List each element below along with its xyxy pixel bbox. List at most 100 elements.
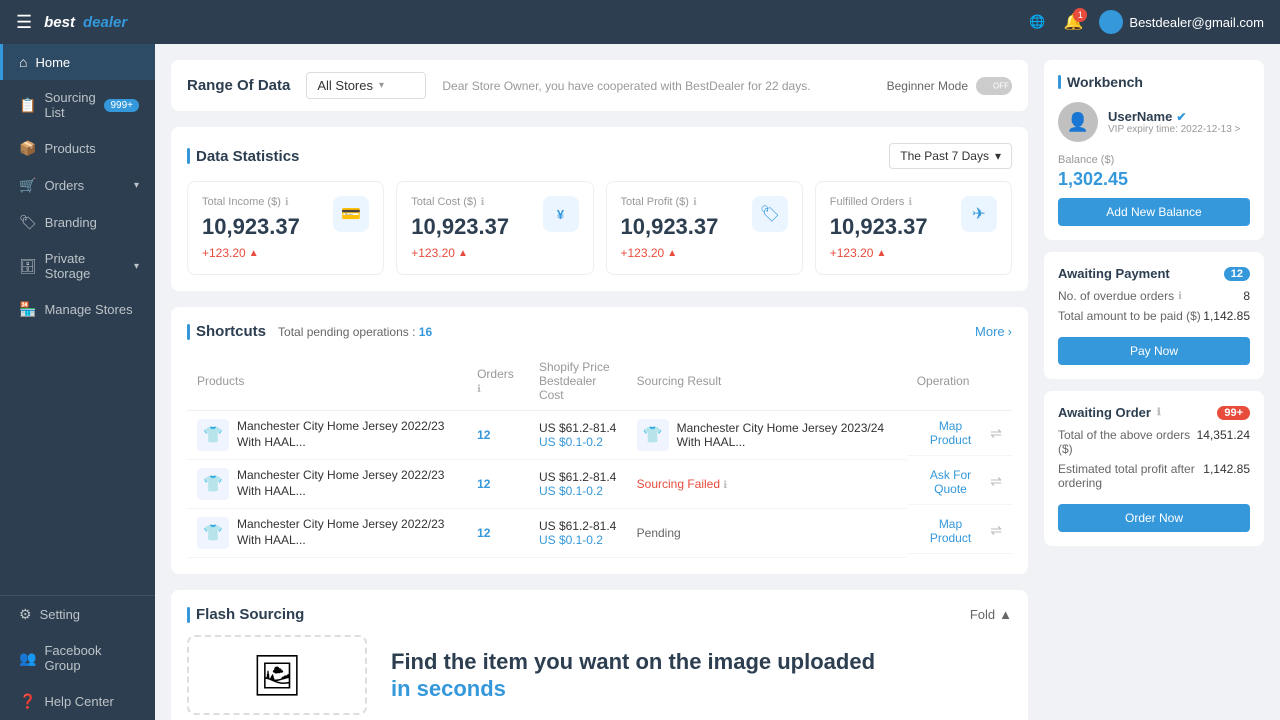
pay-now-button[interactable]: Pay Now: [1058, 337, 1250, 365]
bestdealer-cost: US $0.1-0.2: [539, 435, 617, 449]
sidebar-item-setting[interactable]: ⚙ Setting: [0, 596, 155, 633]
products-icon: 📦: [19, 140, 36, 157]
sidebar-item-products[interactable]: 📦 Products: [0, 130, 155, 167]
stat-total-income: Total Income ($) ℹ 10,923.37 +123.20 ▲ 💳: [187, 181, 384, 275]
result-thumbnail: 👕: [637, 419, 669, 451]
add-new-balance-button[interactable]: Add New Balance: [1058, 198, 1250, 226]
chevron-right-icon: ›: [1008, 324, 1012, 339]
sidebar-item-label: Home: [35, 55, 70, 70]
globe-icon[interactable]: 🌐: [1027, 12, 1047, 32]
order-now-button[interactable]: Order Now: [1058, 504, 1250, 532]
sidebar-item-home[interactable]: ⌂ Home: [0, 44, 155, 80]
vip-expiry[interactable]: VIP expiry time: 2022-12-13 >: [1108, 124, 1240, 135]
statistics-title: Data Statistics: [187, 148, 299, 165]
sidebar-item-private-storage[interactable]: 🗄 Private Storage ▾: [0, 241, 155, 291]
info-icon[interactable]: ℹ: [285, 197, 289, 208]
statistics-header: Data Statistics The Past 7 Days ▾: [187, 143, 1012, 169]
stores-icon: 🏪: [19, 301, 36, 318]
order-count[interactable]: 12: [477, 526, 490, 540]
stat-change: +123.20 ▲: [202, 246, 369, 260]
info-icon[interactable]: ℹ: [723, 480, 727, 491]
sidebar-item-help-center[interactable]: ❓ Help Center: [0, 683, 155, 720]
balance-value: 1,302.45: [1058, 169, 1250, 190]
amount-label: Total amount to be paid ($): [1058, 309, 1201, 323]
workbench-panel: Workbench 👤 UserName ✔ VIP expiry time: …: [1044, 60, 1264, 704]
ask-for-quote-button[interactable]: Ask For Quote: [917, 468, 985, 496]
map-product-button[interactable]: Map Product: [917, 517, 985, 545]
info-icon[interactable]: ℹ: [1157, 407, 1161, 418]
order-count[interactable]: 12: [477, 477, 490, 491]
sidebar-item-label: Help Center: [44, 694, 113, 709]
total-orders-label: Total of the above orders ($): [1058, 428, 1197, 456]
main-content: Range Of Data All Stores ▾ Dear Store Ow…: [155, 44, 1280, 720]
awaiting-order-header: Awaiting Order ℹ 99+: [1058, 405, 1250, 420]
sidebar-item-facebook-group[interactable]: 👥 Facebook Group: [0, 633, 155, 683]
table-row: 👕 Manchester City Home Jersey 2022/23 Wi…: [187, 509, 1012, 558]
info-icon[interactable]: ℹ: [908, 197, 912, 208]
date-range-value: The Past 7 Days: [900, 149, 989, 163]
shopify-price: US $61.2-81.4: [539, 519, 617, 533]
toggle-switch[interactable]: [976, 77, 1012, 95]
username: UserName ✔: [1108, 109, 1240, 124]
user-menu[interactable]: Bestdealer@gmail.com: [1099, 10, 1264, 34]
settings-icon[interactable]: ⇌: [990, 473, 1002, 490]
sidebar-item-branding[interactable]: 🏷 Branding: [0, 204, 155, 241]
flash-text: Find the item you want on the image uplo…: [391, 648, 1012, 703]
stats-grid: Total Income ($) ℹ 10,923.37 +123.20 ▲ 💳…: [187, 181, 1012, 275]
arrow-up-icon: ▲: [458, 248, 468, 259]
sidebar-item-orders[interactable]: 🛒 Orders ▾: [0, 167, 155, 204]
shopify-price: US $61.2-81.4: [539, 470, 617, 484]
sidebar-item-label: Branding: [45, 215, 97, 230]
hamburger-icon[interactable]: ☰: [16, 12, 32, 33]
order-count[interactable]: 12: [477, 428, 490, 442]
sidebar-item-sourcing-list[interactable]: 📋 Sourcing List 999+: [0, 80, 155, 130]
flash-sourcing-title: Flash Sourcing: [187, 606, 304, 623]
balance-label: Balance ($): [1058, 154, 1250, 166]
shortcuts-card: Shortcuts Total pending operations : 16 …: [171, 307, 1028, 574]
stat-icon: 💳: [333, 196, 369, 232]
setting-icon: ⚙: [19, 606, 32, 623]
settings-icon[interactable]: ⇌: [990, 522, 1002, 539]
notification-count: 1: [1073, 8, 1087, 22]
shortcuts-header: Shortcuts Total pending operations : 16 …: [187, 323, 1012, 340]
user-email: Bestdealer@gmail.com: [1129, 15, 1264, 30]
stat-change: +123.20 ▲: [830, 246, 997, 260]
range-message: Dear Store Owner, you have cooperated wi…: [442, 79, 870, 93]
sidebar-item-label: Sourcing List: [44, 90, 96, 120]
overdue-orders-row: No. of overdue orders ℹ 8: [1058, 289, 1250, 303]
fold-button[interactable]: Fold ▲: [970, 607, 1012, 622]
info-icon[interactable]: ℹ: [1178, 291, 1182, 302]
info-icon[interactable]: ℹ: [477, 384, 481, 395]
chevron-down-icon: ▾: [995, 149, 1001, 163]
date-range-dropdown[interactable]: The Past 7 Days ▾: [889, 143, 1012, 169]
arrow-up-icon: ▲: [667, 248, 677, 259]
beginner-mode-toggle[interactable]: Beginner Mode: [887, 77, 1012, 95]
verified-icon: ✔: [1176, 110, 1186, 124]
sourcing-badge: 999+: [104, 99, 139, 112]
sidebar-item-manage-stores[interactable]: 🏪 Manage Stores: [0, 291, 155, 328]
product-thumbnail: 👕: [197, 468, 229, 500]
sourcing-icon: 📋: [19, 97, 36, 114]
col-sourcing: Sourcing Result: [627, 352, 907, 411]
settings-icon[interactable]: ⇌: [990, 425, 1002, 442]
stat-change: +123.20 ▲: [621, 246, 788, 260]
workbench-card: Workbench 👤 UserName ✔ VIP expiry time: …: [1044, 60, 1264, 240]
store-select-dropdown[interactable]: All Stores ▾: [306, 72, 426, 99]
col-products: Products: [187, 352, 467, 411]
pending-ops: Total pending operations : 16: [278, 325, 432, 339]
flash-sourcing-card: Flash Sourcing Fold ▲ 🖼 Find the item yo…: [171, 590, 1028, 720]
col-price: Shopify PriceBestdealer Cost: [529, 352, 627, 411]
pending-count: 16: [419, 325, 432, 339]
bestdealer-cost: US $0.1-0.2: [539, 533, 617, 547]
flash-sourcing-header: Flash Sourcing Fold ▲: [187, 606, 1012, 623]
info-icon[interactable]: ℹ: [481, 197, 485, 208]
total-orders-value: 14,351.24: [1197, 428, 1250, 456]
chevron-up-icon: ▲: [999, 607, 1012, 622]
shortcuts-table: Products Orders ℹ Shopify PriceBestdeale…: [187, 352, 1012, 558]
more-link[interactable]: More ›: [975, 324, 1012, 339]
flash-upload-area[interactable]: 🖼: [187, 635, 367, 715]
flash-subheading: in seconds: [391, 676, 1012, 702]
notification-bell[interactable]: 🔔 1: [1063, 12, 1083, 32]
info-icon[interactable]: ℹ: [693, 197, 697, 208]
map-product-button[interactable]: Map Product: [917, 419, 985, 447]
